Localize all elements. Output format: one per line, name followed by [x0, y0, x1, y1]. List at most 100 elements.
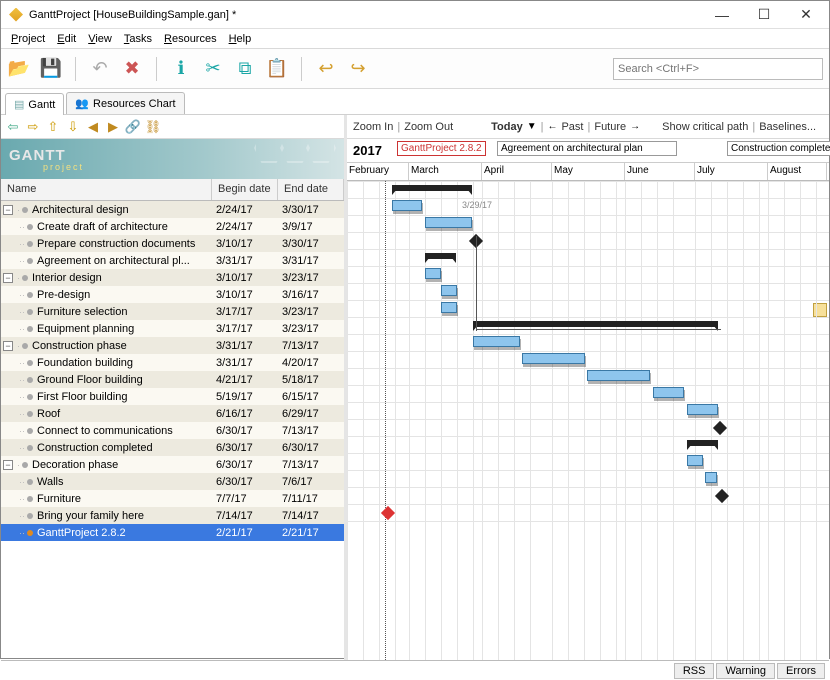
back-icon[interactable]: ↶ — [88, 57, 112, 81]
delete-icon[interactable]: ✖ — [120, 57, 144, 81]
status-warning[interactable]: Warning — [716, 663, 775, 679]
task-row[interactable]: ··Furniture selection3/17/173/23/17 — [1, 303, 344, 320]
expand-toggle[interactable]: − — [3, 273, 13, 283]
task-row[interactable]: ··Walls6/30/177/6/17 — [1, 473, 344, 490]
undo-icon[interactable]: ↩ — [314, 57, 338, 81]
task-row[interactable]: ··Equipment planning3/17/173/23/17 — [1, 320, 344, 337]
summary-bar[interactable] — [473, 321, 718, 327]
task-bar[interactable] — [522, 353, 585, 364]
col-name[interactable]: Name — [1, 179, 212, 200]
arrow-right-icon[interactable]: ⇨ — [25, 119, 41, 135]
col-end[interactable]: End date — [278, 179, 344, 200]
arrow-down-icon[interactable]: ⇩ — [65, 119, 81, 135]
indent-icon[interactable]: ▶ — [105, 119, 121, 135]
maximize-button[interactable]: ☐ — [743, 2, 785, 28]
critical-path-button[interactable]: Show critical path — [662, 121, 748, 133]
baselines-button[interactable]: Baselines... — [759, 121, 816, 133]
info-icon[interactable]: ℹ — [169, 57, 193, 81]
redo-icon[interactable]: ↪ — [346, 57, 370, 81]
today-dropdown-icon[interactable]: ▼ — [527, 121, 537, 132]
task-row[interactable]: ··Ground Floor building4/21/175/18/17 — [1, 371, 344, 388]
milestone-label-agreement[interactable]: Agreement on architectural plan — [497, 141, 677, 156]
link-icon[interactable]: 🔗 — [125, 119, 141, 135]
copy-icon[interactable]: ⧉ — [233, 57, 257, 81]
task-bar[interactable] — [441, 285, 457, 296]
today-button[interactable]: Today — [491, 121, 523, 133]
task-row[interactable]: ··First Floor building5/19/176/15/17 — [1, 388, 344, 405]
status-rss[interactable]: RSS — [674, 663, 715, 679]
task-end: 7/11/17 — [278, 493, 344, 505]
task-bar[interactable] — [441, 302, 457, 313]
task-row[interactable]: ··Create draft of architecture2/24/173/9… — [1, 218, 344, 235]
task-row[interactable]: ··Pre-design3/10/173/16/17 — [1, 286, 344, 303]
col-begin[interactable]: Begin date — [212, 179, 278, 200]
tab-resources[interactable]: 👥 Resources Chart — [66, 92, 184, 114]
close-button[interactable]: ✕ — [785, 2, 827, 28]
open-icon[interactable]: 📂 — [7, 57, 31, 81]
summary-bar[interactable] — [687, 440, 718, 446]
task-bar[interactable] — [473, 336, 520, 347]
task-bar[interactable] — [653, 387, 684, 398]
expand-toggle[interactable]: − — [3, 341, 13, 351]
task-row[interactable]: ··GanttProject 2.8.22/21/172/21/17 — [1, 524, 344, 541]
task-end: 5/18/17 — [278, 374, 344, 386]
task-row[interactable]: ··Connect to communications6/30/177/13/1… — [1, 422, 344, 439]
task-row[interactable]: −·Construction phase3/31/177/13/17 — [1, 337, 344, 354]
task-end: 6/29/17 — [278, 408, 344, 420]
task-end: 3/16/17 — [278, 289, 344, 301]
month-cell: February — [347, 163, 409, 180]
expand-toggle[interactable]: − — [3, 205, 13, 215]
past-button[interactable]: Past — [561, 121, 583, 133]
task-row[interactable]: −·Decoration phase6/30/177/13/17 — [1, 456, 344, 473]
menu-edit[interactable]: Edit — [51, 31, 82, 47]
milestone-marker[interactable] — [713, 421, 727, 435]
menu-view[interactable]: View — [82, 31, 118, 47]
menu-tasks[interactable]: Tasks — [118, 31, 158, 47]
arrow-left-icon[interactable]: ⇦ — [5, 119, 21, 135]
cut-icon[interactable]: ✂ — [201, 57, 225, 81]
task-bar[interactable] — [705, 472, 717, 483]
today-line — [385, 181, 386, 660]
expand-toggle[interactable]: − — [3, 460, 13, 470]
task-row[interactable]: −·Architectural design2/24/173/30/17 — [1, 201, 344, 218]
tab-gantt[interactable]: ▤ Gantt — [5, 93, 64, 115]
outdent-icon[interactable]: ◀ — [85, 119, 101, 135]
menu-resources[interactable]: Resources — [158, 31, 223, 47]
task-row[interactable]: ··Foundation building3/31/174/20/17 — [1, 354, 344, 371]
paste-icon[interactable]: 📋 — [265, 57, 289, 81]
future-button[interactable]: Future — [594, 121, 626, 133]
zoom-in-button[interactable]: Zoom In — [353, 121, 393, 133]
task-bar[interactable] — [687, 404, 718, 415]
task-row[interactable]: ··Construction completed6/30/176/30/17 — [1, 439, 344, 456]
task-bar[interactable] — [687, 455, 703, 466]
task-bar[interactable] — [587, 370, 650, 381]
task-row[interactable]: ··Roof6/16/176/29/17 — [1, 405, 344, 422]
task-row[interactable]: ··Furniture7/7/177/11/17 — [1, 490, 344, 507]
menu-project[interactable]: Project — [5, 31, 51, 47]
zoom-out-button[interactable]: Zoom Out — [404, 121, 453, 133]
gantt-chart[interactable]: 3/29/17 — [347, 181, 829, 660]
summary-bar[interactable] — [392, 185, 472, 191]
task-row[interactable]: ··Prepare construction documents3/10/173… — [1, 235, 344, 252]
save-icon[interactable]: 💾 — [39, 57, 63, 81]
month-cell: July — [695, 163, 768, 180]
milestone-marker[interactable] — [381, 506, 395, 520]
menu-help[interactable]: Help — [223, 31, 258, 47]
task-bullet-icon — [27, 377, 33, 383]
task-row[interactable]: ··Agreement on architectural pl...3/31/1… — [1, 252, 344, 269]
milestone-label-gp[interactable]: GanttProject 2.8.2 — [397, 141, 486, 156]
tree-line: ·· — [19, 392, 25, 402]
task-row[interactable]: ··Bring your family here7/14/177/14/17 — [1, 507, 344, 524]
minimize-button[interactable]: — — [701, 2, 743, 28]
unlink-icon[interactable]: ⛓ — [145, 119, 161, 135]
summary-bar[interactable] — [425, 253, 456, 259]
milestone-label-construction[interactable]: Construction completed y here — [727, 141, 830, 156]
task-row[interactable]: −·Interior design3/10/173/23/17 — [1, 269, 344, 286]
status-errors[interactable]: Errors — [777, 663, 825, 679]
arrow-up-icon[interactable]: ⇧ — [45, 119, 61, 135]
task-bar[interactable] — [425, 217, 472, 228]
task-begin: 5/19/17 — [212, 391, 278, 403]
search-input[interactable] — [613, 58, 823, 80]
task-bar[interactable] — [425, 268, 441, 279]
task-bar[interactable] — [392, 200, 422, 211]
